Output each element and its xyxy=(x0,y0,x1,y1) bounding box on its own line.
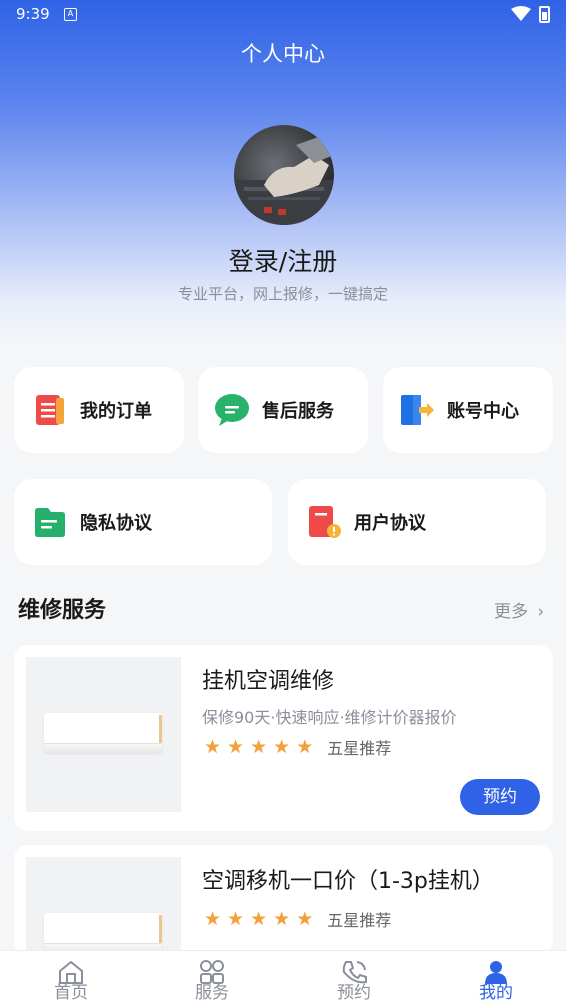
avatar[interactable] xyxy=(234,125,334,225)
page-title: 个人中心 xyxy=(241,42,325,66)
star-rating: ★ ★ ★ ★ ★ 五星推荐 xyxy=(204,735,391,759)
account-center-label: 账号中心 xyxy=(447,401,519,422)
rating-label: 五星推荐 xyxy=(327,911,392,930)
tab-services-label: 服务 xyxy=(195,983,229,1003)
account-exit-icon xyxy=(401,395,434,425)
more-label: 更多 xyxy=(494,602,528,622)
account-center-card[interactable]: 账号中心 xyxy=(383,367,553,453)
star-icon: ★ xyxy=(250,908,268,930)
privacy-policy-label: 隐私协议 xyxy=(80,513,152,534)
notification-icon: A xyxy=(64,8,77,21)
more-link[interactable]: 更多 › xyxy=(494,597,544,622)
book-button[interactable]: 预约 xyxy=(460,779,540,815)
my-orders-label: 我的订单 xyxy=(80,401,152,422)
tab-mine-label: 我的 xyxy=(479,983,513,1003)
star-icon: ★ xyxy=(273,736,291,758)
repair-services-title: 维修服务 xyxy=(18,598,107,623)
rating-label: 五星推荐 xyxy=(327,739,392,758)
privacy-folder-icon xyxy=(35,508,65,537)
status-time: 9:39 xyxy=(16,5,50,23)
user-agreement-label: 用户协议 xyxy=(354,513,426,534)
service-description: 保修90天·快速响应·维修计价器报价 xyxy=(202,708,457,727)
service-name: 空调移机一口价（1-3p挂机） xyxy=(202,869,494,894)
star-icon: ★ xyxy=(296,908,314,930)
star-icon: ★ xyxy=(204,736,222,758)
air-conditioner-image xyxy=(44,713,162,753)
after-sales-card[interactable]: 售后服务 xyxy=(198,367,368,453)
service-card[interactable]: 空调移机一口价（1-3p挂机） ★ ★ ★ ★ ★ 五星推荐 xyxy=(14,845,553,955)
star-icon: ★ xyxy=(227,736,245,758)
air-conditioner-image xyxy=(44,913,162,953)
privacy-policy-card[interactable]: 隐私协议 xyxy=(14,479,272,565)
user-agreement-card[interactable]: 用户协议 xyxy=(288,479,546,565)
user-agreement-icon xyxy=(309,506,341,538)
slogan-text: 专业平台，网上报修，一键搞定 xyxy=(177,285,388,303)
my-orders-card[interactable]: 我的订单 xyxy=(14,367,184,453)
chat-bubble-icon xyxy=(215,394,249,426)
login-register-link[interactable]: 登录/注册 xyxy=(0,242,566,278)
bottom-tab-bar: 首页 服务 预约 我的 xyxy=(0,950,566,1008)
tab-booking[interactable]: 预约 xyxy=(299,951,409,1008)
star-icon: ★ xyxy=(273,908,291,930)
status-bar: 9:39 A xyxy=(0,0,566,30)
battery-icon xyxy=(539,6,550,23)
tab-services[interactable]: 服务 xyxy=(157,951,267,1008)
star-icon: ★ xyxy=(204,908,222,930)
service-card[interactable]: 挂机空调维修 保修90天·快速响应·维修计价器报价 ★ ★ ★ ★ ★ 五星推荐… xyxy=(14,645,553,831)
star-rating: ★ ★ ★ ★ ★ 五星推荐 xyxy=(204,907,391,931)
service-name: 挂机空调维修 xyxy=(202,669,335,694)
tab-booking-label: 预约 xyxy=(337,983,371,1003)
star-icon: ★ xyxy=(250,736,268,758)
service-thumbnail xyxy=(26,657,181,812)
chevron-right-icon: › xyxy=(537,602,545,622)
tab-home-label: 首页 xyxy=(54,983,88,1003)
tab-mine[interactable]: 我的 xyxy=(441,951,551,1008)
service-thumbnail xyxy=(26,857,181,955)
wifi-icon xyxy=(511,6,531,21)
order-list-icon xyxy=(36,395,64,425)
avatar-photo xyxy=(234,135,334,225)
star-icon: ★ xyxy=(296,736,314,758)
star-icon: ★ xyxy=(227,908,245,930)
tab-home[interactable]: 首页 xyxy=(16,951,126,1008)
after-sales-label: 售后服务 xyxy=(262,401,334,422)
